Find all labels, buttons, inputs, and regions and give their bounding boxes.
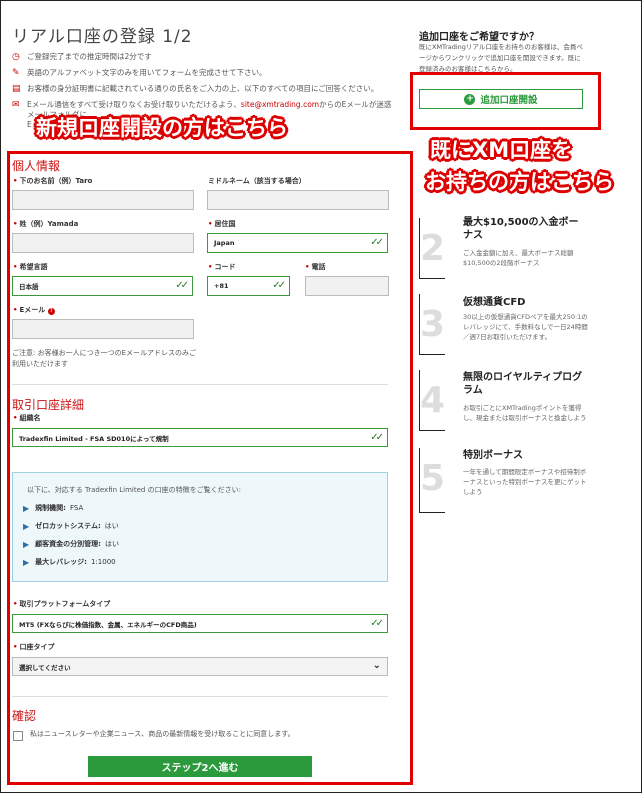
country-select[interactable]: Japan ✓✓ — [207, 233, 388, 253]
existing-account-overlay-line2: お持ちの方はこちら — [425, 170, 614, 194]
check-icon: ✓✓ — [370, 432, 384, 443]
account-section-title: 取引口座詳細 — [12, 398, 85, 412]
divider — [12, 384, 388, 385]
first-name-input[interactable] — [12, 190, 194, 210]
language-select[interactable]: 日本語 ✓✓ — [12, 276, 193, 296]
plus-icon: + — [464, 93, 476, 105]
check-icon: ✓✓ — [272, 280, 286, 291]
newsletter-text: 私はニュースレターや企業ニュース、商品の最新情報を受け取ることに同意します。 — [30, 730, 295, 738]
support-email-link[interactable]: site@xmtrading.com — [241, 100, 319, 109]
mail-icon: ✉ — [12, 100, 20, 110]
existing-account-overlay-line1: 既にXM口座を — [430, 138, 573, 162]
benefit-title: 最大$10,500の入金ボーナス — [463, 217, 579, 241]
benefit-title: 無限のロイヤルティプログラム — [463, 372, 583, 396]
info-item: ▶ 規制機関: FSA — [23, 503, 84, 513]
phone-label: • 電話 — [305, 263, 326, 271]
triangle-icon: ▶ — [23, 557, 30, 567]
chevron-down-icon: ⌄ — [372, 660, 381, 671]
info-item: ▶ ゼロカットシステム: はい — [23, 521, 119, 531]
benefit-number-block: 2 — [419, 218, 445, 279]
benefit-number-block: 5 — [419, 448, 445, 513]
page-title: リアル口座の登録 1/2 — [12, 27, 193, 47]
account-info-box: 以下に、対応する Tradexfin Limited の口座の特徴をご覧ください… — [12, 472, 388, 582]
new-account-overlay: 新規口座開設の方はこちら — [36, 116, 288, 140]
triangle-icon: ▶ — [23, 503, 30, 513]
last-name-input[interactable] — [12, 233, 194, 253]
phone-input[interactable] — [305, 276, 389, 296]
account-type-label: • 口座タイプ — [13, 643, 55, 651]
benefit-desc: 30以上の仮想通貨CFDペアを最大250:1のレバレッジにて、手数料なしで一日2… — [463, 313, 588, 341]
code-select[interactable]: +81 ✓✓ — [207, 276, 290, 296]
email-note: ご注意: お客様お一人につき一つのEメールアドレスのみご利用いただけます — [12, 349, 197, 368]
benefit-title: 仮想通貨CFD — [463, 297, 526, 308]
confirm-section-title: 確認 — [12, 709, 37, 723]
note-id-name: ▤ お客様の身分証明書に記載されている通りの氏名をご入力の上、以下のすべての項目… — [12, 84, 379, 94]
benefit-title: 特別ボーナス — [463, 450, 523, 461]
pencil-icon: ✎ — [12, 68, 20, 78]
check-icon: ✓✓ — [175, 280, 189, 291]
email-label: • Eメール ! — [13, 305, 55, 315]
check-icon: ✓✓ — [370, 237, 384, 248]
info-box-title: 以下に、対応する Tradexfin Limited の口座の特徴をご覧ください… — [27, 486, 241, 494]
info-icon[interactable]: ! — [47, 308, 55, 315]
entity-select[interactable]: Tradexfin Limited - FSA SD010によって規制 ✓✓ — [12, 428, 388, 447]
benefit-desc: 一年を通して期間限定ボーナスや招待制ボーナスといった特別ボーナスを更にゲットしよ… — [463, 468, 587, 496]
benefit-desc: ご入金金額に加え、最大ボーナス総額$10,500の2段階ボーナス — [463, 249, 574, 267]
triangle-icon: ▶ — [23, 521, 30, 531]
check-icon: ✓✓ — [370, 618, 384, 629]
info-item: ▶ 最大レバレッジ: 1:1000 — [23, 557, 116, 567]
sidebar-text: 既にXMTradingリアル口座をお持ちのお客様は、会員ページからワンクリックで… — [419, 43, 583, 73]
last-name-label: • 姓（例）Yamada — [13, 220, 79, 228]
newsletter-checkbox[interactable] — [13, 731, 23, 741]
platform-select[interactable]: MT5 (FXならびに株価指数、金属、エネルギーのCFD商品) ✓✓ — [12, 614, 388, 633]
email-input[interactable] — [12, 319, 194, 339]
clock-icon: ◷ — [12, 52, 20, 62]
language-label: • 希望言語 — [13, 263, 48, 271]
document-icon: ▤ — [12, 84, 21, 94]
account-type-select[interactable]: 選択してください ⌄ — [12, 657, 388, 676]
benefit-number-block: 4 — [419, 370, 445, 431]
middle-name-input[interactable] — [207, 190, 389, 210]
add-account-button[interactable]: + 追加口座開設 — [419, 89, 583, 109]
platform-label: • 取引プラットフォームタイプ — [13, 600, 111, 608]
benefit-desc: お取引ごとにXMTradingポイントを獲得し、現金または取引ボーナスと換金しよ… — [463, 404, 587, 422]
code-label: • コード — [208, 263, 236, 271]
country-label: • 居住国 — [208, 220, 236, 228]
personal-section-title: 個人情報 — [12, 159, 61, 173]
next-step-button[interactable]: ステップ2へ進む — [88, 756, 312, 777]
note-time: ◷ ご登録完了までの推定時間は2分です — [12, 52, 152, 62]
divider — [12, 696, 388, 697]
note-alphabet: ✎ 英語のアルファベット文字のみを用いてフォームを完成させて下さい。 — [12, 68, 267, 78]
entity-label: • 組織名 — [13, 414, 41, 422]
middle-name-label: ミドルネーム（該当する場合） — [208, 177, 306, 185]
benefit-number-block: 3 — [419, 294, 445, 355]
info-item: ▶ 顧客資金の分別管理: はい — [23, 539, 119, 549]
first-name-label: • 下のお名前（例）Taro — [13, 177, 93, 185]
triangle-icon: ▶ — [23, 539, 30, 549]
sidebar-title: 追加口座をご希望ですか？ — [419, 32, 539, 43]
